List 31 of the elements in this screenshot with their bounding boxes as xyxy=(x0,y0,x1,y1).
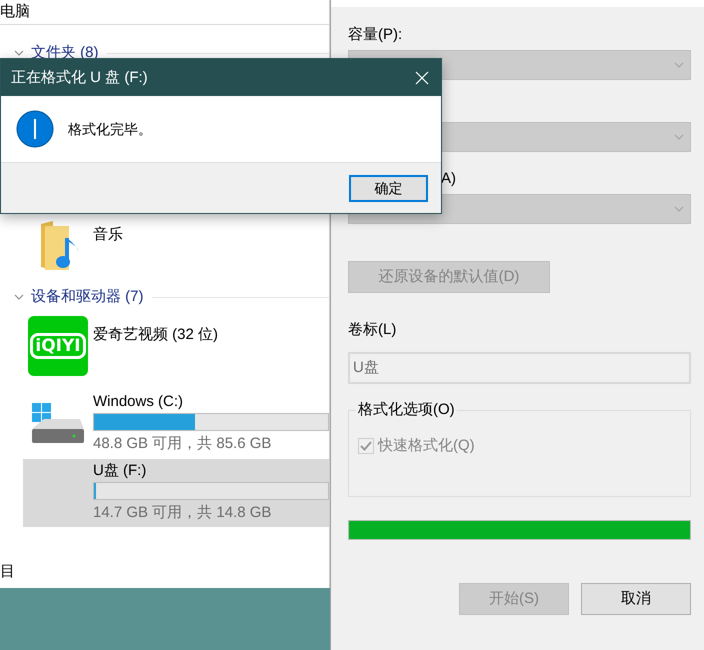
info-icon xyxy=(16,110,54,148)
caret-icon xyxy=(674,62,684,68)
field-label: 容量(P): xyxy=(348,26,402,43)
drive-name: Windows (C:) xyxy=(93,392,184,412)
dialog-title: 正在格式化 U 盘 (F:) xyxy=(11,68,149,88)
drive-item[interactable]: U盘 (F:) 14.7 GB 可用，共 14.8 GB xyxy=(23,459,329,527)
folder-header: 电脑 xyxy=(0,3,30,20)
free-space: 48.8 GB 可用，共 85.6 GB xyxy=(93,434,272,454)
item-name: 爱奇艺视频 (32 位) xyxy=(93,325,218,345)
chevron-icon[interactable] xyxy=(14,48,24,58)
checkbox-label: 快速格式化(Q) xyxy=(378,436,475,456)
drive-item[interactable]: Windows (C:) 48.8 GB 可用，共 85.6 GB xyxy=(23,390,329,458)
group-header[interactable]: 设备和驱动器 (7) xyxy=(31,289,144,305)
ok-button[interactable]: 确定 xyxy=(349,174,428,202)
drive-name: U盘 (F:) xyxy=(93,461,148,481)
status-text: 目 xyxy=(0,563,15,581)
caret-icon xyxy=(674,134,684,140)
field-label: A) xyxy=(441,170,456,187)
item-name: 音乐 xyxy=(93,225,123,245)
field-label: 卷标(L) xyxy=(348,320,398,340)
group-title: 格式化选项(O) xyxy=(357,400,456,420)
check-icon xyxy=(360,441,372,451)
app-logo: iQIYI xyxy=(28,316,88,376)
free-space: 14.7 GB 可用，共 14.8 GB xyxy=(93,503,272,523)
folder-item[interactable]: 音乐 xyxy=(23,220,329,276)
app-item[interactable]: iQIYI 爱奇艺视频 (32 位) xyxy=(23,316,329,376)
dialog-message: 格式化完毕。 xyxy=(68,120,152,139)
dialog-button[interactable]: 取消 xyxy=(581,583,691,615)
caret-icon xyxy=(674,206,684,212)
chevron-icon[interactable] xyxy=(14,292,24,302)
close-icon[interactable] xyxy=(415,70,429,84)
